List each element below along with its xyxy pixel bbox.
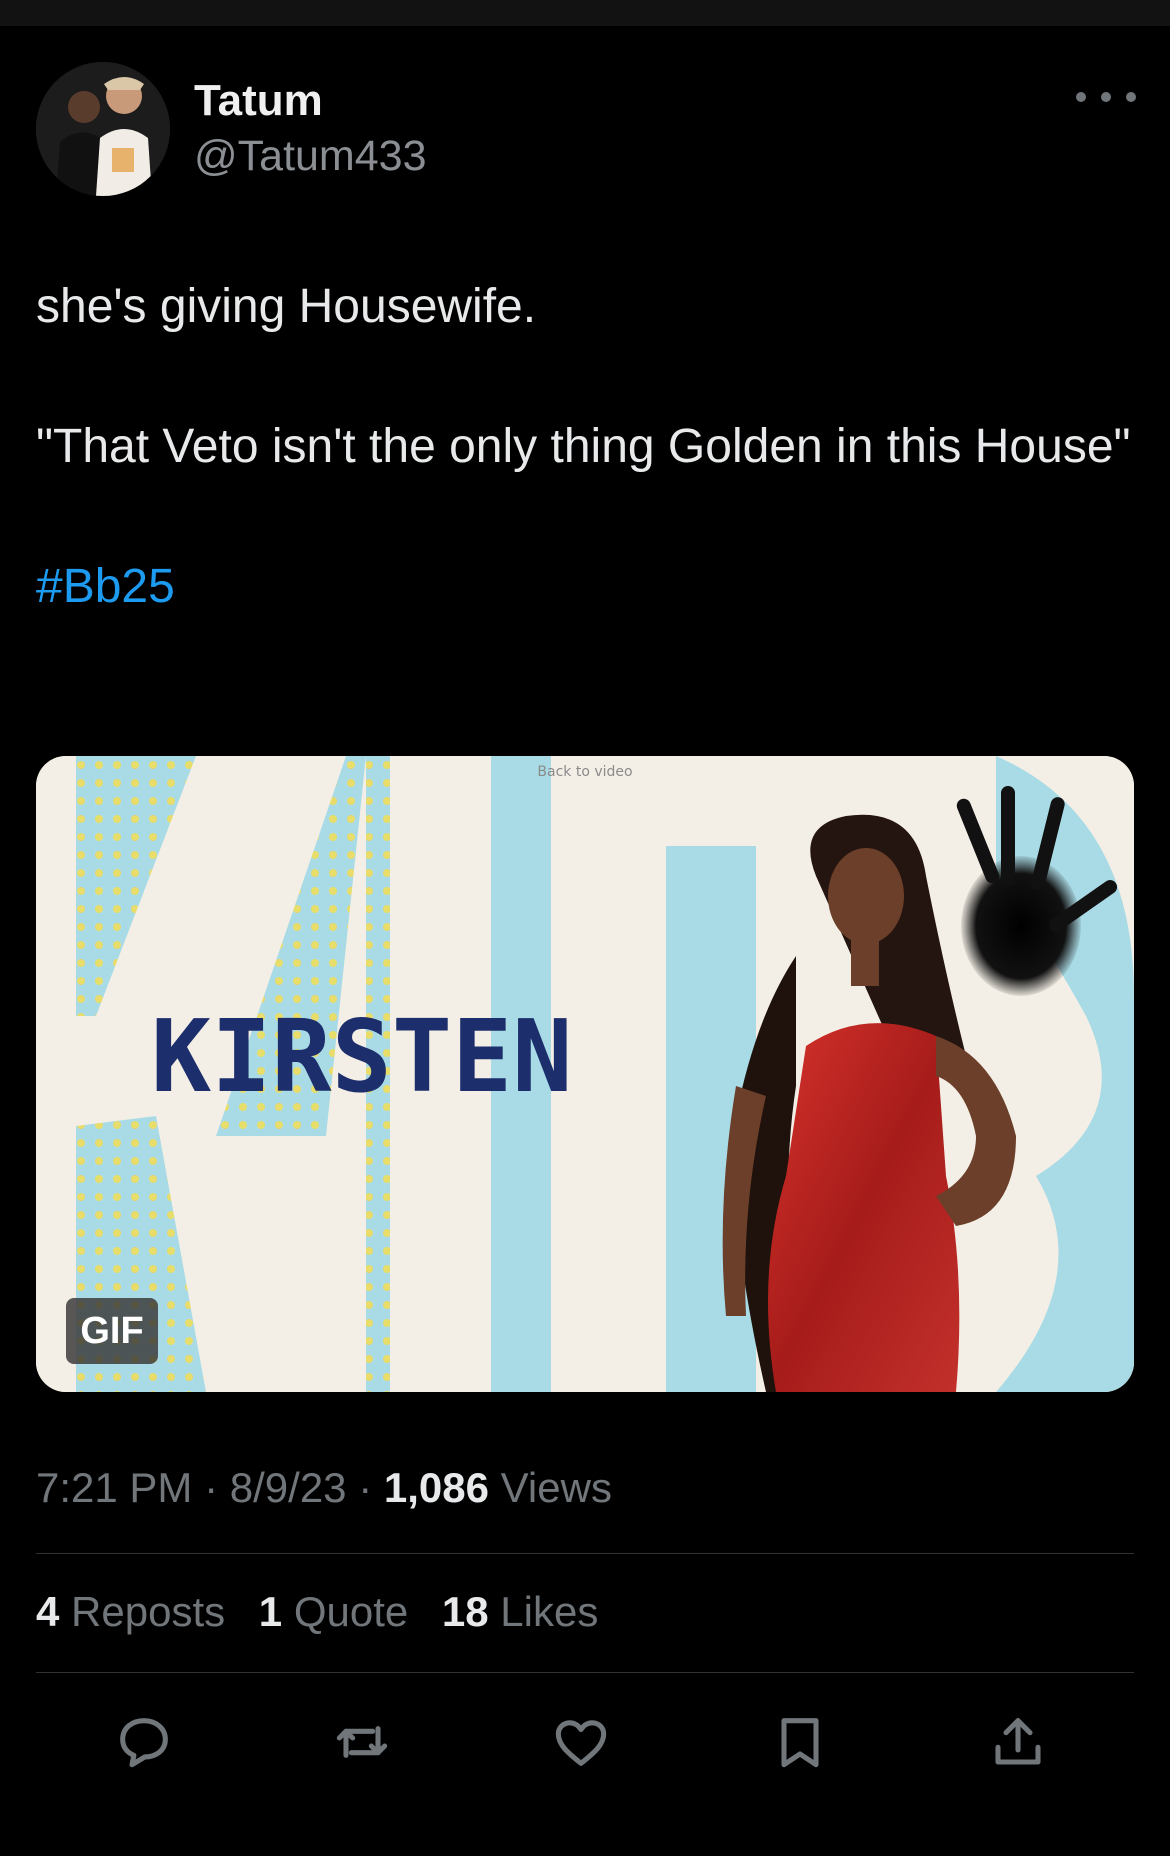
tweet-line: she's giving Housewife. [36,280,537,333]
gif-media[interactable]: Back to video KIRSTEN GIF [36,756,1134,1392]
tweet-meta: 7:21 PM · 8/9/23 · 1,086 Views [36,1464,612,1512]
likes-stat[interactable]: 18 Likes [442,1588,598,1635]
more-options-icon[interactable] [1076,82,1136,112]
user-handle[interactable]: @Tatum433 [194,132,427,181]
avatar[interactable] [36,62,170,196]
engagement-stats: 4 Reposts 1 Quote 18 Likes [36,1588,620,1636]
reposts-count: 4 [36,1588,60,1635]
tweet-line: "That Veto isn't the only thing Golden i… [36,420,1131,473]
more-dot [1101,92,1111,102]
share-icon[interactable] [986,1710,1050,1774]
tweet-date[interactable]: 8/9/23 [230,1464,347,1511]
hashtag-link[interactable]: #Bb25 [36,560,175,613]
status-strip [0,0,1170,26]
tweet-time[interactable]: 7:21 PM [36,1464,192,1511]
likes-label: Likes [500,1588,599,1635]
action-bar [36,1700,1134,1780]
more-dot [1126,92,1136,102]
bookmark-icon[interactable] [768,1710,832,1774]
repost-icon[interactable] [330,1710,394,1774]
back-to-video-caption: Back to video [537,764,632,780]
divider [36,1553,1134,1554]
likes-count: 18 [441,1588,489,1635]
kirsten-title: KIRSTEN [151,998,572,1115]
views-count: 1,086 [383,1464,489,1511]
meta-separator: · [204,1464,219,1511]
tweet-header: Tatum @Tatum433 [36,62,1136,197]
divider [36,1672,1134,1673]
more-dot [1076,92,1086,102]
gif-badge: GIF [66,1298,158,1364]
reposts-stat[interactable]: 4 Reposts [36,1588,237,1635]
like-icon[interactable] [549,1710,613,1774]
gif-frame: Back to video KIRSTEN [36,756,1134,1392]
quotes-stat[interactable]: 1 Quote [259,1588,420,1635]
avatar-photo [36,62,170,196]
reply-icon[interactable] [112,1710,176,1774]
quotes-count: 1 [258,1588,283,1635]
quotes-label: Quote [293,1588,409,1635]
display-name[interactable]: Tatum [194,76,323,126]
tweet-text: she's giving Housewife. "That Veto isn't… [36,272,1136,622]
meta-separator: · [358,1464,373,1511]
reposts-label: Reposts [71,1588,226,1635]
views-label: Views [500,1464,612,1511]
